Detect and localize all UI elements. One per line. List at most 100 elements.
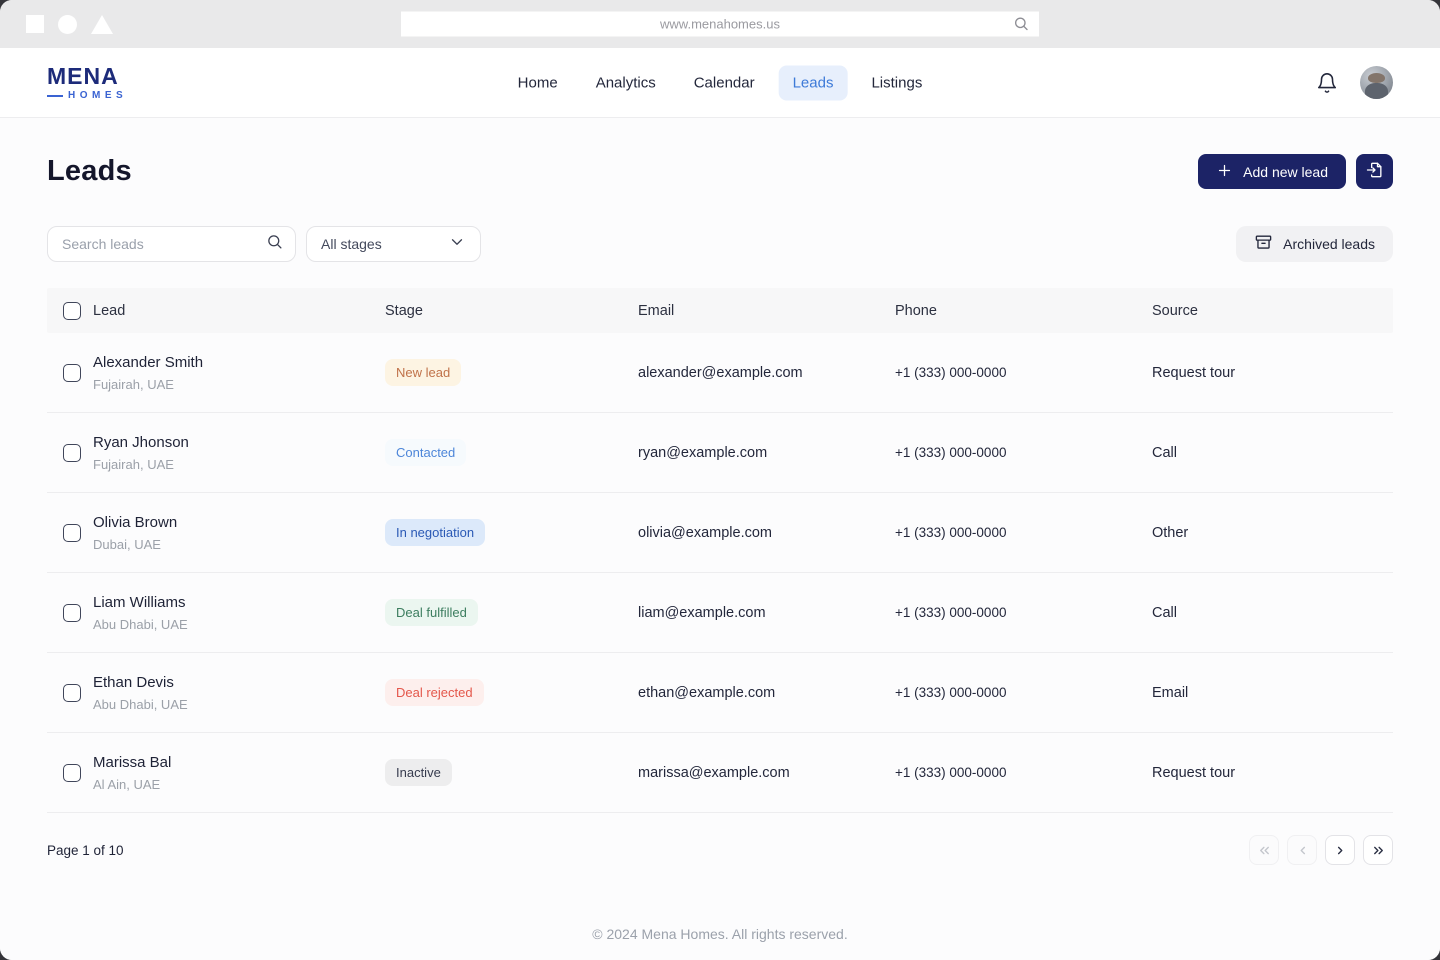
page-indicator: Page 1 of 10 <box>47 842 124 858</box>
app-header: MENA HOMES Home Analytics Calendar Leads… <box>0 48 1440 118</box>
lead-source: Other <box>1152 524 1189 541</box>
lead-name: Ryan Jhonson <box>93 433 189 451</box>
column-header-phone: Phone <box>895 302 937 319</box>
lead-phone: +1 (333) 000-0000 <box>895 525 1007 540</box>
page-footer: © 2024 Mena Homes. All rights reserved. <box>47 926 1393 960</box>
table-row[interactable]: Liam Williams Abu Dhabi, UAE Deal fulfil… <box>47 573 1393 653</box>
lead-name: Alexander Smith <box>93 353 204 371</box>
stage-badge: Contacted <box>385 439 467 466</box>
browser-window: www.menahomes.us MENA HOMES Home Analyti… <box>0 0 1440 960</box>
select-all-checkbox[interactable] <box>63 301 81 320</box>
lead-phone: +1 (333) 000-0000 <box>895 765 1007 780</box>
url-bar[interactable]: www.menahomes.us <box>401 11 1039 37</box>
chevron-down-icon <box>448 233 466 256</box>
nav-item-calendar[interactable]: Calendar <box>680 65 769 100</box>
stage-filter-dropdown[interactable]: All stages <box>306 226 481 262</box>
lead-phone: +1 (333) 000-0000 <box>895 445 1007 460</box>
lead-location: Al Ain, UAE <box>93 776 161 792</box>
main-nav: Home Analytics Calendar Leads Listings <box>504 65 937 100</box>
nav-item-listings[interactable]: Listings <box>857 65 936 100</box>
add-new-lead-button[interactable]: Add new lead <box>1198 154 1346 189</box>
table-row[interactable]: Olivia Brown Dubai, UAE In negotiation o… <box>47 493 1393 573</box>
page-title: Leads <box>47 155 132 187</box>
lead-email: ethan@example.com <box>638 684 776 701</box>
circle-shape-icon[interactable] <box>58 14 77 34</box>
browser-chrome: www.menahomes.us <box>0 0 1440 48</box>
pagination: Page 1 of 10 <box>47 835 1393 865</box>
table-header-row: Lead Stage Email Phone Source <box>47 288 1393 333</box>
lead-location: Fujairah, UAE <box>93 376 174 392</box>
search-leads-box <box>47 226 296 262</box>
row-checkbox[interactable] <box>63 443 81 462</box>
table-row[interactable]: Ethan Devis Abu Dhabi, UAE Deal rejected… <box>47 653 1393 733</box>
archived-leads-button[interactable]: Archived leads <box>1236 226 1393 262</box>
column-header-email: Email <box>638 302 675 319</box>
row-checkbox[interactable] <box>63 763 81 782</box>
square-shape-icon[interactable] <box>26 15 44 33</box>
archived-leads-label: Archived leads <box>1283 236 1375 252</box>
last-page-button[interactable] <box>1363 835 1393 865</box>
mena-homes-logo[interactable]: MENA HOMES <box>47 62 128 101</box>
lead-location: Fujairah, UAE <box>93 456 174 472</box>
search-icon <box>266 233 283 255</box>
stage-badge: Deal fulfilled <box>385 599 478 626</box>
column-header-stage: Stage <box>385 302 423 319</box>
plus-icon <box>1216 162 1233 182</box>
lead-phone: +1 (333) 000-0000 <box>895 605 1007 620</box>
import-leads-button[interactable] <box>1356 154 1393 189</box>
lead-phone: +1 (333) 000-0000 <box>895 365 1007 380</box>
lead-name: Liam Williams <box>93 593 186 611</box>
lead-location: Abu Dhabi, UAE <box>93 616 188 632</box>
notification-bell-icon[interactable] <box>1316 72 1338 94</box>
lead-name: Ethan Devis <box>93 673 174 691</box>
search-leads-input[interactable] <box>62 236 266 252</box>
stage-badge: Deal rejected <box>385 679 484 706</box>
row-checkbox[interactable] <box>63 683 81 702</box>
triangle-shape-icon[interactable] <box>91 14 113 34</box>
logo-line1: MENA <box>47 62 119 89</box>
lead-location: Abu Dhabi, UAE <box>93 696 188 712</box>
leads-table: Lead Stage Email Phone Source Alexander … <box>47 288 1393 813</box>
lead-email: olivia@example.com <box>638 524 772 541</box>
nav-item-analytics[interactable]: Analytics <box>582 65 670 100</box>
chevron-right-icon <box>1337 846 1342 854</box>
window-controls <box>0 14 113 34</box>
next-page-button[interactable] <box>1325 835 1355 865</box>
stage-badge: New lead <box>385 359 462 386</box>
lead-source: Call <box>1152 444 1177 461</box>
lead-email: ryan@example.com <box>638 444 768 461</box>
table-row[interactable]: Ryan Jhonson Fujairah, UAE Contacted rya… <box>47 413 1393 493</box>
row-checkbox[interactable] <box>63 523 81 542</box>
lead-email: liam@example.com <box>638 604 766 621</box>
nav-item-home[interactable]: Home <box>504 65 572 100</box>
double-chevron-right-icon <box>1373 846 1383 854</box>
url-search-icon[interactable] <box>1013 16 1029 37</box>
lead-source: Call <box>1152 604 1177 621</box>
lead-phone: +1 (333) 000-0000 <box>895 685 1007 700</box>
add-new-lead-label: Add new lead <box>1243 163 1328 180</box>
copyright-text: © 2024 Mena Homes. All rights reserved. <box>592 926 848 942</box>
lead-name: Marissa Bal <box>93 753 172 771</box>
logo-dash <box>47 94 63 97</box>
previous-page-button[interactable] <box>1287 835 1317 865</box>
main-content: Leads Add new lead Search leads All stag… <box>0 118 1440 960</box>
lead-email: alexander@example.com <box>638 364 803 381</box>
user-avatar[interactable] <box>1360 66 1393 99</box>
nav-item-leads[interactable]: Leads <box>778 65 848 100</box>
table-row[interactable]: Alexander Smith Fujairah, UAE New lead a… <box>47 333 1393 413</box>
table-row[interactable]: Marissa Bal Al Ain, UAE Inactive marissa… <box>47 733 1393 813</box>
chevron-left-icon <box>1300 846 1305 854</box>
leads-table-body: Alexander Smith Fujairah, UAE New lead a… <box>47 333 1393 813</box>
row-checkbox[interactable] <box>63 603 81 622</box>
stage-badge: In negotiation <box>385 519 486 546</box>
lead-source: Email <box>1152 684 1189 701</box>
stage-badge: Inactive <box>385 759 452 786</box>
lead-source: Request tour <box>1152 364 1236 381</box>
url-text: www.menahomes.us <box>660 16 780 32</box>
first-page-button[interactable] <box>1249 835 1279 865</box>
logo-line2: HOMES <box>68 89 128 101</box>
stage-filter-value: All stages <box>321 236 382 252</box>
column-header-lead: Lead <box>93 302 126 319</box>
row-checkbox[interactable] <box>63 363 81 382</box>
lead-email: marissa@example.com <box>638 764 790 781</box>
